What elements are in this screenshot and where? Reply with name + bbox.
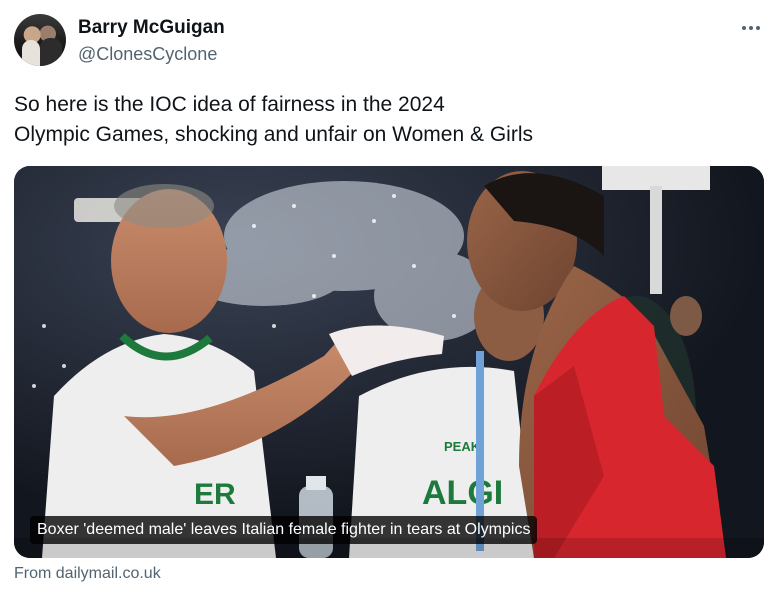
link-card-image[interactable]: ER ALGI PEAK bbox=[14, 166, 764, 558]
brand-lettering: PEAK bbox=[444, 439, 481, 454]
author-avatar[interactable] bbox=[14, 14, 66, 66]
ellipsis-icon[interactable] bbox=[734, 16, 768, 40]
avatar-person-left bbox=[22, 40, 40, 66]
tweet-text-line-2: Olympic Games, shocking and unfair on Wo… bbox=[14, 123, 533, 146]
link-card-source[interactable]: From dailymail.co.uk bbox=[14, 565, 161, 583]
author-display-name[interactable]: Barry McGuigan bbox=[78, 17, 225, 39]
shirt-lettering-left: ER bbox=[194, 478, 236, 511]
photo-illustration: ER ALGI PEAK bbox=[14, 166, 764, 558]
author-handle[interactable]: @ClonesCyclone bbox=[78, 44, 217, 65]
tweet-text-line-1: So here is the IOC idea of fairness in t… bbox=[14, 93, 445, 116]
tweet-text: So here is the IOC idea of fairness in t… bbox=[14, 90, 754, 150]
link-card-caption: Boxer 'deemed male' leaves Italian femal… bbox=[30, 516, 538, 544]
shirt-lettering-right: ALGI bbox=[422, 474, 503, 512]
avatar-person-right bbox=[40, 38, 62, 66]
tweet: Barry McGuigan @ClonesCyclone So here is… bbox=[0, 0, 784, 600]
